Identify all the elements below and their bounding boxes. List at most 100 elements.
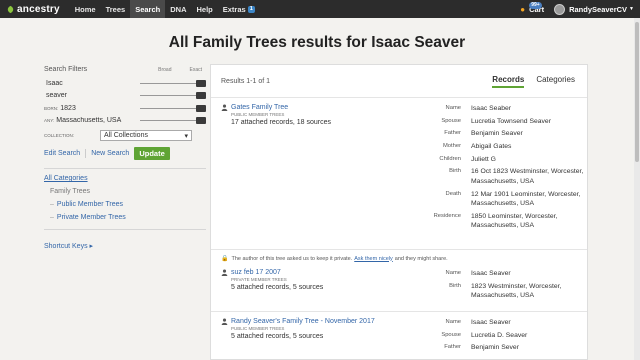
tab-categories[interactable]: Categories [536,75,575,88]
fact-row: Mother Abigail Gates [425,142,585,152]
scrollbar-thumb[interactable] [635,22,639,162]
filter-any: Massachusetts, USA [56,117,122,125]
slider-handle[interactable] [196,79,206,87]
public-member-trees-link[interactable]: – Public Member Trees [50,201,206,208]
result-record-count: 17 attached records, 18 sources [231,119,332,126]
fact-row: Spouse Lucretia Townsend Seaver [425,117,585,127]
filter-prefix: ANY: [44,118,55,124]
nav-search[interactable]: Search [130,0,166,18]
filter-first-name: Isaac [46,79,63,87]
ask-nicely-link[interactable]: Ask them nicely [354,256,393,262]
slider-handle[interactable] [196,104,206,112]
filter-row-last-name: seaver [44,90,206,103]
nav-extras[interactable]: Extras 1 [218,0,260,18]
logo-text: ancestry [17,3,60,15]
cart-button[interactable]: ● 99+ Cart [520,1,544,14]
fact-value: 1823 Westminster, Worcester, Massachuset… [471,282,562,300]
exactness-slider[interactable] [140,92,206,100]
fact-label: Father [444,344,461,351]
exactness-slider[interactable] [140,79,206,87]
person-icon [221,318,228,325]
divider [85,149,87,158]
divider [211,249,587,250]
collection-value: All Collections [104,132,148,139]
chevron-down-icon: ▼ [629,6,634,12]
leaf-icon [7,5,14,13]
all-categories-link[interactable]: All Categories [44,175,206,182]
fact-label: Father [444,130,461,137]
exactness-slider[interactable] [140,117,206,125]
fact-row: Children Juliett G [425,155,585,165]
exactness-slider[interactable] [140,104,206,112]
slider-handle[interactable] [196,117,206,125]
person-icon [221,269,228,276]
nav-extras-label: Extras [222,4,246,14]
filters-header: Search Filters Broad Exact [44,66,206,73]
fact-label: Birth [449,168,461,175]
notification-bell-icon[interactable]: ● [520,5,525,14]
result-facts: Name Isaac Seaver Spouse Lucretia D. Seave… [425,318,585,356]
fact-row: Birth 1823 Westminster, Worcester, Massac… [425,282,585,301]
fact-value: Isaac Seaber [471,105,512,112]
dash: – [50,214,54,221]
filter-value: ANY: Massachusetts, USA [44,117,140,124]
user-menu[interactable]: RandySeaverCV ▼ [554,3,634,15]
nav-help[interactable]: Help [191,0,217,18]
private-member-trees-link[interactable]: – Private Member Trees [50,214,206,221]
divider [44,168,206,169]
user-name: RandySeaverCV [569,4,628,14]
new-search-link[interactable]: New Search [91,150,129,157]
extras-badge: 1 [247,5,255,13]
notice-text-end: and they might share. [394,255,448,262]
cart-count-badge: 99+ [529,1,542,9]
collection-select[interactable]: All Collections ▾ [100,130,192,141]
result-title: Randy Seaver's Family Tree - November 20… [231,318,375,325]
tab-records[interactable]: Records [492,75,525,88]
fact-value: Benjamin Seaver [471,130,523,138]
result-facts: Name Isaac Seaver Birth 1823 Westminster, … [425,269,585,304]
fact-label: Children [439,155,461,162]
fact-row: Name Isaac Seaver [425,269,585,279]
lock-icon: 🔒 [221,256,229,262]
dash: – [50,201,54,208]
results-tabs: Records Categories [492,75,575,88]
result-summary: suz feb 17 2007 PRIVATE MEMBER TREES 5 a… [221,269,431,291]
filter-prefix: BORN: [44,105,59,111]
result-facts: Name Isaac Seaber Spouse Lucretia Townsend… [425,104,585,234]
slider-track [140,120,196,122]
fact-row: Spouse Lucretia D. Seaver [425,331,585,341]
result-title-link[interactable]: Gates Family Tree [221,104,431,111]
fact-row: Father Benjamin Sever [425,343,585,353]
nav-home[interactable]: Home [70,0,101,18]
fact-value: 1850 Leominster, Worcester, Massachusett… [471,212,558,230]
search-filters-sidebar: Search Filters Broad Exact Isaac seaver … [44,66,206,250]
private-member-trees-label: Private Member Trees [56,214,126,221]
filter-row-first-name: Isaac [44,77,206,90]
fact-label: Death [445,190,461,197]
result-type: PRIVATE MEMBER TREES [231,277,287,282]
result-title-link[interactable]: suz feb 17 2007 [221,269,431,276]
top-nav-bar: ancestry Home Trees Search DNA Help Extr… [0,0,640,18]
fact-label: Mother [442,143,461,150]
update-button[interactable]: Update [134,147,170,160]
nav-trees[interactable]: Trees [101,0,131,18]
fact-label: Birth [449,282,461,289]
results-header: Results 1-1 of 1 Records Categories [211,65,587,98]
result-type: PUBLIC MEMBER TREES [231,112,285,117]
shortcut-keys-link[interactable]: Shortcut Keys ▸ [44,242,206,250]
fact-label: Name [445,319,461,325]
result-title-link[interactable]: Randy Seaver's Family Tree - November 20… [221,318,431,325]
private-tree-notice: 🔒 The author of this tree asked us to ke… [221,255,581,263]
fact-value: 16 Oct 1823 Westminster, Worcester, Mass… [471,168,584,185]
ancestry-logo[interactable]: ancestry [6,4,60,15]
slider-handle[interactable] [196,92,206,100]
nav-dna[interactable]: DNA [165,0,191,18]
edit-search-link[interactable]: Edit Search [44,150,80,157]
results-panel: Results 1-1 of 1 Records Categories Gate… [210,64,588,360]
fact-value: Benjamin Sever [471,344,519,352]
fact-label: Spouse [441,117,461,124]
fact-row: Name Isaac Seaver [425,318,585,328]
fact-row: Birth 16 Oct 1823 Westminster, Worcester,… [425,167,585,186]
results-count: Results 1-1 of 1 [221,77,271,85]
main-nav: Home Trees Search DNA Help Extras 1 [70,0,260,18]
